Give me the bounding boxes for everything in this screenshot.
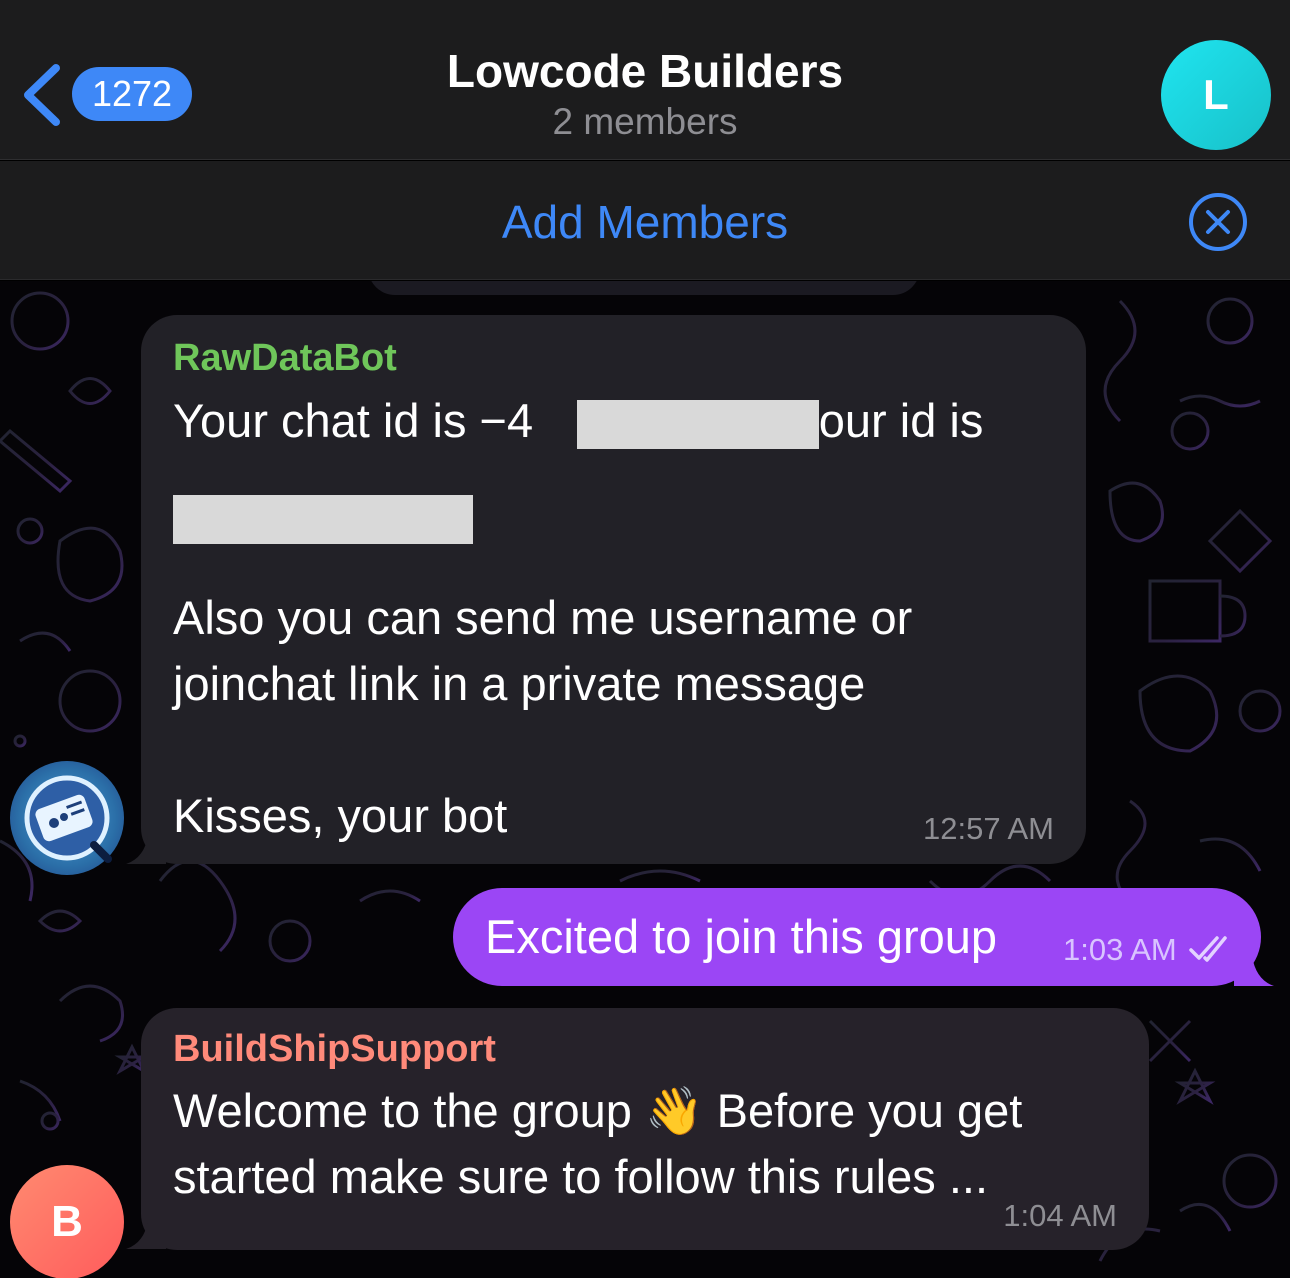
message-bubble-rawdatabot[interactable]: RawDataBot Your chat id is −4, your id i… <box>141 315 1086 864</box>
unread-count-badge[interactable]: 1272 <box>72 67 192 121</box>
message-line-1: Welcome to the group 👋 Before you get <box>173 1078 1022 1145</box>
message-bubble-outgoing[interactable]: Excited to join this group 1:03 AM <box>453 888 1261 986</box>
bot-avatar[interactable] <box>10 761 124 875</box>
close-circle-icon[interactable] <box>1188 192 1248 252</box>
message-time: 1:04 AM <box>1003 1198 1117 1233</box>
group-avatar[interactable]: L <box>1161 40 1271 150</box>
double-check-icon <box>1189 936 1227 962</box>
add-members-button[interactable]: Add Members <box>300 195 990 249</box>
message-text: Excited to join this group <box>485 910 998 963</box>
sender-name[interactable]: BuildShipSupport <box>173 1028 496 1071</box>
redacted-user-id <box>173 495 473 544</box>
previous-message-bubble-edge <box>368 281 920 295</box>
chat-messages-area[interactable]: RawDataBot Your chat id is −4, your id i… <box>0 281 1290 1278</box>
message-time: 12:57 AM <box>923 811 1054 846</box>
bubble-tail <box>126 836 166 864</box>
welcome-text: Welcome to the group <box>173 1084 632 1137</box>
add-members-bar: Add Members <box>0 161 1290 280</box>
message-line-2: started make sure to follow this rules .… <box>173 1150 988 1203</box>
welcome-text-after: Before you get <box>716 1084 1023 1137</box>
bot-avatar-icon <box>24 775 112 863</box>
sender-name[interactable]: RawDataBot <box>173 337 397 380</box>
message-time: 1:03 AM <box>1063 932 1177 967</box>
chat-subtitle: 2 members <box>552 101 738 142</box>
chat-title[interactable]: Lowcode Builders <box>300 44 990 98</box>
chat-id-prefix: Your chat id is −4 <box>173 394 534 447</box>
back-chevron-icon[interactable] <box>18 62 66 128</box>
bubble-tail <box>126 1221 166 1249</box>
redacted-chat-id <box>577 400 819 449</box>
chat-header: 1272 Lowcode Builders 2 members L <box>0 0 1290 160</box>
buildship-avatar[interactable]: B <box>10 1165 124 1278</box>
message-body: Also you can send me username or joincha… <box>173 591 913 842</box>
waving-hand-icon: 👋 <box>645 1084 704 1139</box>
message-bubble-buildshipsupport[interactable]: BuildShipSupport Welcome to the group 👋 … <box>141 1008 1149 1250</box>
bubble-tail <box>1234 956 1274 986</box>
